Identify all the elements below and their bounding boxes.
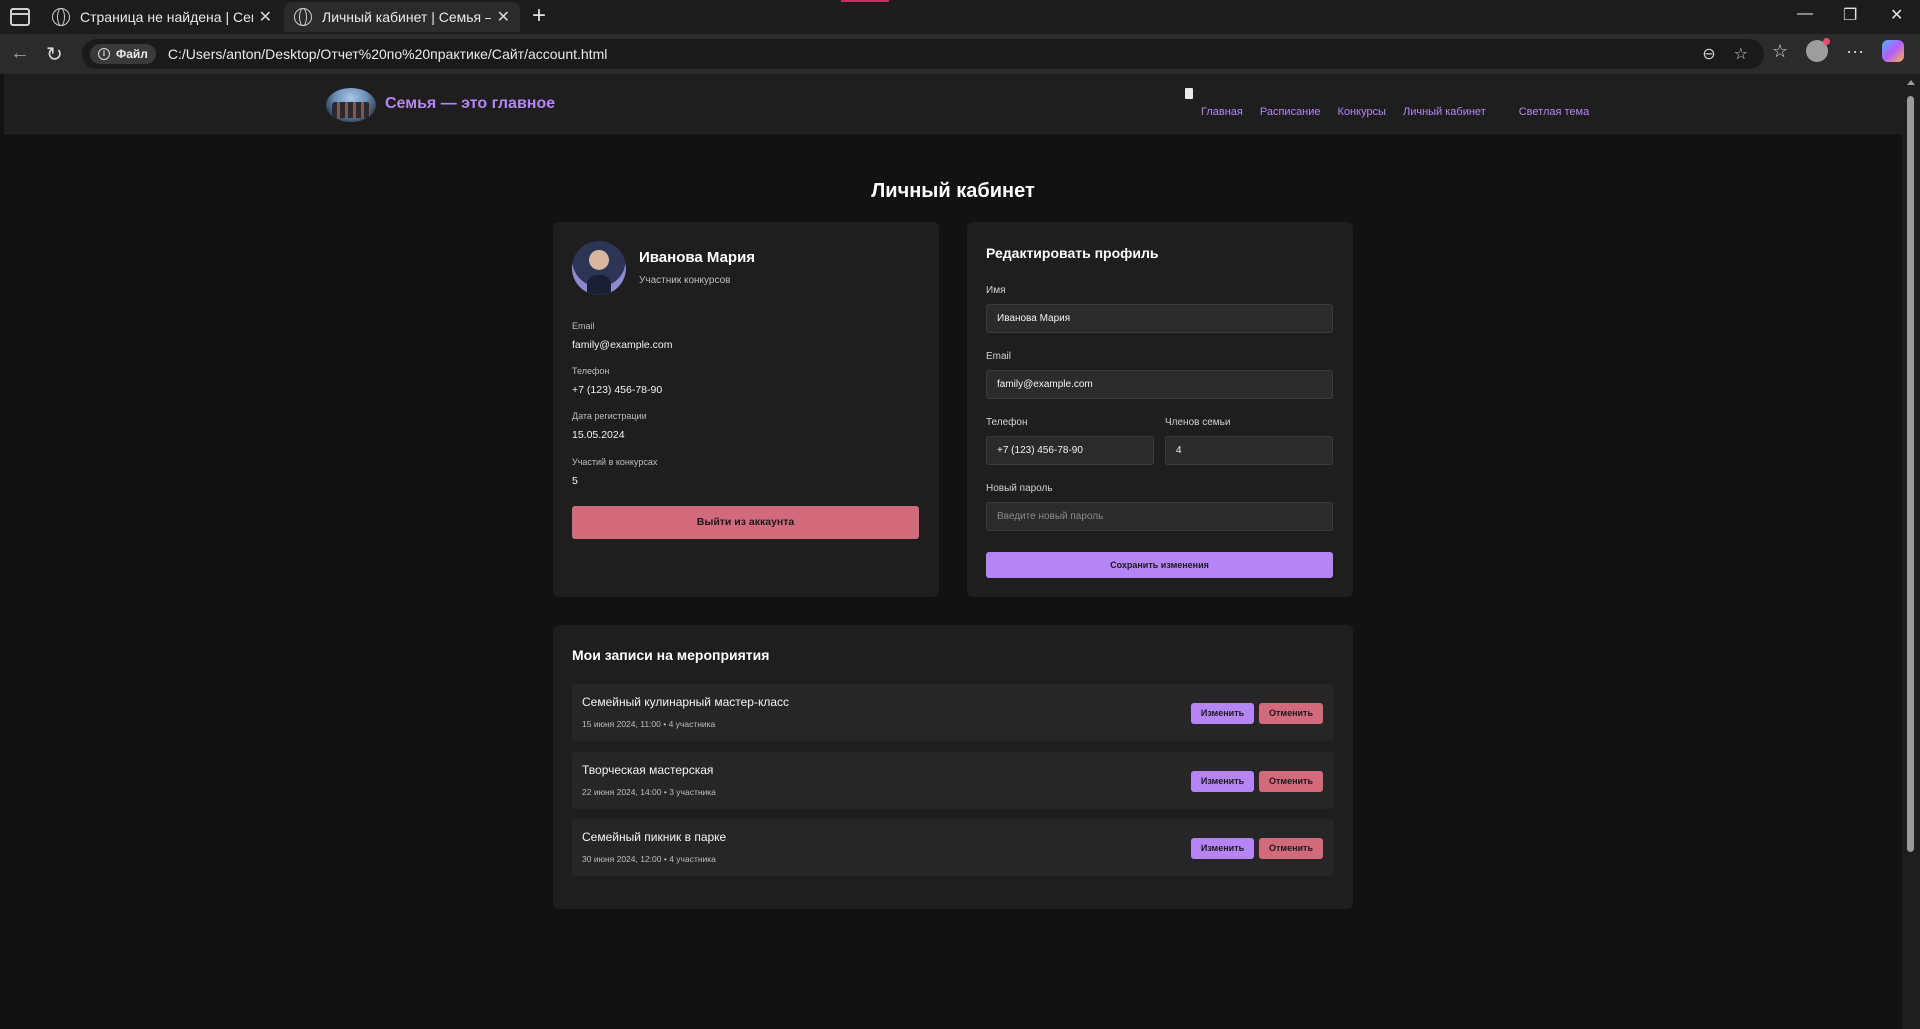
event-row: Семейный пикник в парке 30 июня 2024, 12…: [572, 819, 1334, 876]
email-label: Email: [572, 321, 595, 331]
restore-icon[interactable]: ❐: [1843, 5, 1857, 25]
name-field-label: Имя: [986, 285, 1006, 296]
logout-button[interactable]: Выйти из аккаунта: [572, 506, 919, 539]
registration-date-label: Дата регистрации: [572, 411, 647, 421]
phone-field-label: Телефон: [986, 417, 1028, 428]
more-menu-icon[interactable]: ···: [1846, 41, 1864, 62]
tab-title: Страница не найдена | Семья —: [80, 9, 253, 25]
zoom-icon[interactable]: ⊖: [1702, 44, 1715, 64]
email-field-label: Email: [986, 351, 1012, 362]
globe-icon: [52, 8, 70, 26]
profile-role: Участник конкурсов: [639, 275, 731, 286]
new-tab-icon[interactable]: +: [532, 2, 546, 30]
event-meta: 15 июня 2024, 11:00 • 4 участника: [582, 719, 716, 729]
page-viewport: Семья — это главное Главная Расписание К…: [4, 74, 1902, 1029]
registration-date-value: 15.05.2024: [572, 429, 625, 441]
nav-account[interactable]: Личный кабинет: [1403, 106, 1486, 118]
phone-label: Телефон: [572, 366, 610, 376]
edit-event-button[interactable]: Изменить: [1191, 771, 1254, 792]
browser-tab-1[interactable]: Страница не найдена | Семья — ✕: [42, 2, 282, 32]
browser-tab-bar: Страница не найдена | Семья — ✕ Личный к…: [0, 0, 1920, 34]
theme-toggle[interactable]: Светлая тема: [1519, 106, 1589, 118]
contests-count-label: Участий в конкурсах: [572, 457, 658, 467]
main-nav: Главная Расписание Конкурсы Личный кабин…: [1201, 106, 1589, 118]
site-header: Семья — это главное Главная Расписание К…: [4, 74, 1902, 134]
events-title: Мои записи на мероприятия: [572, 647, 770, 663]
event-name: Творческая мастерская: [582, 763, 714, 777]
reload-icon[interactable]: ↻: [46, 42, 63, 67]
scrollbar-thumb[interactable]: [1907, 96, 1914, 852]
profile-name: Иванова Мария: [639, 249, 756, 266]
edit-event-button[interactable]: Изменить: [1191, 703, 1254, 724]
event-meta: 30 июня 2024, 12:00 • 4 участника: [582, 854, 716, 864]
browser-tab-2[interactable]: Личный кабинет | Семья — это г ✕: [284, 2, 520, 32]
back-icon[interactable]: ←: [10, 42, 30, 65]
address-row: ← ↻ i Файл C:/Users/anton/Desktop/Отчет%2…: [0, 34, 1920, 74]
address-bar[interactable]: i Файл C:/Users/anton/Desktop/Отчет%20по%…: [82, 39, 1764, 69]
event-meta: 22 июня 2024, 14:00 • 3 участника: [582, 787, 716, 797]
password-field[interactable]: Введите новый пароль: [986, 502, 1333, 531]
tab-title: Личный кабинет | Семья — это г: [322, 9, 491, 25]
minimize-icon[interactable]: —: [1797, 5, 1813, 23]
globe-icon: [294, 8, 312, 26]
site-logo[interactable]: [326, 88, 376, 122]
event-row: Творческая мастерская 22 июня 2024, 14:0…: [572, 752, 1334, 809]
family-members-label: Членов семьи: [1165, 417, 1231, 428]
events-card: Мои записи на мероприятия Семейный кулин…: [553, 625, 1353, 909]
avatar: [572, 241, 626, 295]
family-members-field[interactable]: 4: [1165, 436, 1333, 465]
password-field-label: Новый пароль: [986, 483, 1053, 494]
nav-contests[interactable]: Конкурсы: [1338, 106, 1386, 118]
event-name: Семейный пикник в парке: [582, 830, 727, 844]
save-changes-button[interactable]: Сохранить изменения: [986, 552, 1333, 578]
scroll-up-icon[interactable]: [1907, 80, 1915, 85]
close-tab-icon[interactable]: ✕: [497, 7, 510, 27]
page-scrollbar[interactable]: [1902, 74, 1920, 1029]
cancel-event-button[interactable]: Отменить: [1259, 838, 1323, 859]
email-field[interactable]: family@example.com: [986, 370, 1333, 399]
email-value: family@example.com: [572, 339, 673, 351]
site-title[interactable]: Семья — это главное: [385, 95, 555, 113]
edit-profile-title: Редактировать профиль: [986, 245, 1159, 261]
name-field[interactable]: Иванова Мария: [986, 304, 1333, 333]
edit-profile-card: Редактировать профиль Имя Иванова Мария …: [967, 222, 1353, 597]
phone-field[interactable]: +7 (123) 456-78-90: [986, 436, 1154, 465]
page-title: Личный кабинет: [871, 180, 1035, 202]
event-row: Семейный кулинарный мастер-класс 15 июня…: [572, 684, 1334, 741]
copilot-icon[interactable]: [1882, 40, 1905, 62]
profile-card: Иванова Мария Участник конкурсов Email f…: [553, 222, 939, 597]
cancel-event-button[interactable]: Отменить: [1259, 771, 1323, 792]
edit-event-button[interactable]: Изменить: [1191, 838, 1254, 859]
file-chip-label: Файл: [116, 47, 148, 61]
close-tab-icon[interactable]: ✕: [259, 7, 272, 27]
contests-count-value: 5: [572, 475, 578, 487]
close-window-icon[interactable]: ✕: [1890, 5, 1903, 25]
nav-home[interactable]: Главная: [1201, 106, 1243, 118]
tab-actions-icon[interactable]: [10, 8, 30, 26]
profile-avatar-icon[interactable]: [1806, 38, 1831, 62]
url-text[interactable]: C:/Users/anton/Desktop/Отчет%20по%20прак…: [168, 46, 607, 62]
phone-value: +7 (123) 456-78-90: [572, 384, 663, 396]
favorite-star-icon[interactable]: ☆: [1734, 44, 1748, 64]
event-name: Семейный кулинарный мастер-класс: [582, 695, 790, 709]
favorites-icon[interactable]: ☆: [1772, 41, 1788, 62]
cancel-event-button[interactable]: Отменить: [1259, 703, 1323, 724]
document-icon: [1185, 88, 1193, 99]
file-chip[interactable]: i Файл: [90, 44, 156, 64]
nav-schedule[interactable]: Расписание: [1260, 106, 1321, 118]
tab-accent-line: [841, 0, 889, 2]
info-icon: i: [98, 48, 110, 60]
